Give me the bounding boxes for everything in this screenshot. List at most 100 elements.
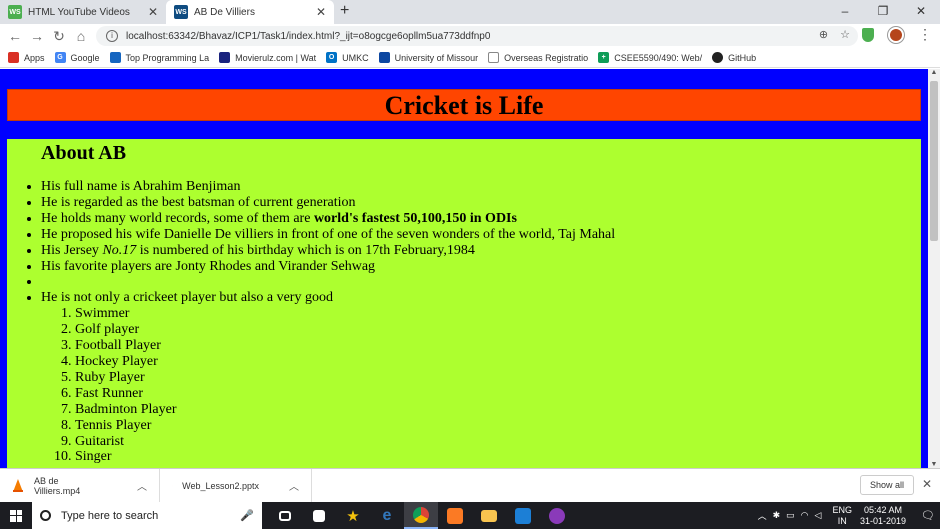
- doc-icon: [109, 52, 121, 63]
- bookmark-apps[interactable]: Apps: [8, 52, 45, 63]
- forward-icon[interactable]: →: [26, 28, 48, 44]
- bookmark-university-of-missouri[interactable]: University of Missour: [378, 52, 478, 63]
- tab-ab-de-villiers[interactable]: WS AB De Villiers ✕: [166, 0, 334, 24]
- bookmark-github[interactable]: GitHub: [712, 52, 756, 63]
- skill-item: Golf player: [75, 322, 615, 338]
- home-icon[interactable]: ⌂: [70, 28, 92, 44]
- taskbar-apps: ★ e: [268, 502, 574, 529]
- chrome-icon[interactable]: [404, 502, 438, 529]
- address-bar[interactable]: i localhost:63342/Bhavaz/ICP1/Task1/inde…: [96, 26, 858, 46]
- tab-title: AB De Villiers: [194, 6, 255, 18]
- microphone-icon[interactable]: 🎤: [240, 509, 254, 522]
- tray-overflow-icon[interactable]: ︿: [758, 509, 767, 522]
- bookmark-top-programming[interactable]: Top Programming La: [109, 52, 209, 63]
- bookmark-star-icon[interactable]: ☆: [840, 28, 850, 41]
- bookmark-umkc[interactable]: O UMKC: [326, 52, 369, 63]
- zoom-icon[interactable]: ⊕: [819, 28, 828, 41]
- outlook-icon: O: [326, 52, 338, 63]
- download-filename: Web_Lesson2.pptx: [182, 480, 259, 491]
- fact-italic-text: No.17: [102, 242, 137, 258]
- taskbar-clock[interactable]: 05:42 AM 31-01-2019: [860, 505, 906, 527]
- umkc-icon: [378, 52, 390, 63]
- tab-title: HTML YouTube Videos: [28, 6, 130, 18]
- bookmark-csee5590[interactable]: + CSEE5590/490: Web/: [598, 52, 702, 63]
- facts-list: His full name is Abrahim Benjiman He is …: [41, 179, 615, 465]
- bookmark-google[interactable]: G Google: [54, 52, 100, 63]
- tab-html-youtube-videos[interactable]: WS HTML YouTube Videos ✕: [0, 0, 166, 24]
- webstorm-favicon-icon: WS: [8, 5, 22, 19]
- bluetooth-icon[interactable]: ✱: [773, 510, 781, 521]
- back-icon[interactable]: ←: [4, 28, 26, 44]
- download-item[interactable]: Web_Lesson2.pptx ︿: [160, 468, 312, 503]
- browser-toolbar: ← → ↻ ⌂ i localhost:63342/Bhavaz/ICP1/Ta…: [0, 24, 940, 48]
- webstorm-favicon-icon: WS: [174, 5, 188, 19]
- download-filename: AB de Villiers.mp4: [33, 475, 81, 496]
- fact-item: His favorite players are Jonty Rhodes an…: [41, 259, 615, 275]
- scrollbar-thumb[interactable]: [930, 81, 938, 241]
- bookmark-overseas-registration[interactable]: Overseas Registratio: [488, 52, 588, 63]
- system-tray: ︿ ✱ ▭ ◠ ◁ ENG IN 05:42 AM 31-01-2019 🗨: [755, 502, 940, 529]
- star-app-icon[interactable]: ★: [336, 502, 370, 529]
- shield-extension-icon[interactable]: [862, 27, 874, 42]
- edge-icon[interactable]: e: [370, 502, 404, 529]
- github-icon: [712, 52, 724, 63]
- skill-item: Tennis Player: [75, 418, 615, 434]
- url-text: localhost:63342/Bhavaz/ICP1/Task1/index.…: [126, 30, 491, 42]
- section-heading: About AB: [41, 142, 127, 164]
- page-title: Cricket is Life: [384, 91, 544, 120]
- plus-icon: +: [598, 52, 610, 63]
- download-item[interactable]: AB de Villiers.mp4 ︿: [0, 468, 160, 503]
- skill-item: Football Player: [75, 338, 615, 354]
- profile-avatar[interactable]: [888, 26, 904, 43]
- close-tab-icon[interactable]: ✕: [316, 5, 326, 19]
- skill-item: Guitarist: [75, 434, 615, 450]
- battery-icon[interactable]: ▭: [786, 510, 795, 521]
- clock-time: 05:42 AM: [863, 504, 902, 515]
- close-download-bar-icon[interactable]: ✕: [922, 477, 932, 491]
- minimize-icon[interactable]: –: [826, 0, 864, 24]
- movie-icon: [219, 52, 231, 63]
- bookmark-movierulz[interactable]: Movierulz.com | Wat: [219, 52, 316, 63]
- taskbar-search[interactable]: Type here to search 🎤: [32, 502, 262, 529]
- skill-item: Fast Runner: [75, 386, 615, 402]
- xampp-icon[interactable]: [438, 502, 472, 529]
- volume-icon[interactable]: ◁: [815, 510, 822, 521]
- fact-item: His full name is Abrahim Benjiman: [41, 179, 615, 195]
- show-all-button[interactable]: Show all: [860, 475, 914, 495]
- chevron-up-icon[interactable]: ︿: [137, 478, 147, 493]
- page-icon: [488, 52, 500, 63]
- restore-icon[interactable]: ❐: [864, 0, 902, 24]
- skill-item: Ruby Player: [75, 370, 615, 386]
- skills-list: Swimmer Golf player Football Player Hock…: [41, 306, 615, 465]
- page-header: Cricket is Life: [7, 89, 921, 121]
- fact-item: He is regarded as the best batsman of cu…: [41, 195, 615, 211]
- input-language[interactable]: ENG IN: [832, 505, 852, 527]
- skill-item: Singer: [75, 449, 615, 465]
- close-window-icon[interactable]: ✕: [902, 0, 940, 24]
- close-tab-icon[interactable]: ✕: [148, 5, 158, 19]
- fact-item: He holds many world records, some of the…: [41, 211, 615, 227]
- store-icon[interactable]: [302, 502, 336, 529]
- fact-item: His Jersey No.17 is numbered of his birt…: [41, 243, 615, 259]
- page-scrollbar[interactable]: ▲ ▼: [928, 69, 940, 468]
- bookmarks-bar: Apps G Google Top Programming La Movierul…: [0, 48, 940, 68]
- app-purple-icon[interactable]: [540, 502, 574, 529]
- notifications-icon[interactable]: 🗨: [916, 509, 940, 522]
- fact-item: He proposed his wife Danielle De villier…: [41, 227, 615, 243]
- site-info-icon[interactable]: i: [106, 30, 118, 42]
- scroll-up-icon[interactable]: ▲: [928, 69, 940, 76]
- wifi-icon[interactable]: ◠: [801, 510, 809, 521]
- new-tab-button[interactable]: +: [340, 2, 349, 20]
- task-view-icon[interactable]: [268, 502, 302, 529]
- chevron-up-icon[interactable]: ︿: [289, 478, 299, 493]
- google-icon: G: [54, 52, 66, 63]
- start-button[interactable]: [0, 502, 32, 529]
- reload-icon[interactable]: ↻: [48, 28, 70, 45]
- file-explorer-icon[interactable]: [472, 502, 506, 529]
- skill-item: Badminton Player: [75, 402, 615, 418]
- scroll-down-icon[interactable]: ▼: [928, 461, 940, 468]
- menu-kebab-icon[interactable]: ⋮: [918, 26, 932, 43]
- webstorm-icon[interactable]: [506, 502, 540, 529]
- windows-logo-icon: [10, 509, 22, 522]
- fact-bold-text: world's fastest 50,100,150 in ODIs: [313, 210, 517, 226]
